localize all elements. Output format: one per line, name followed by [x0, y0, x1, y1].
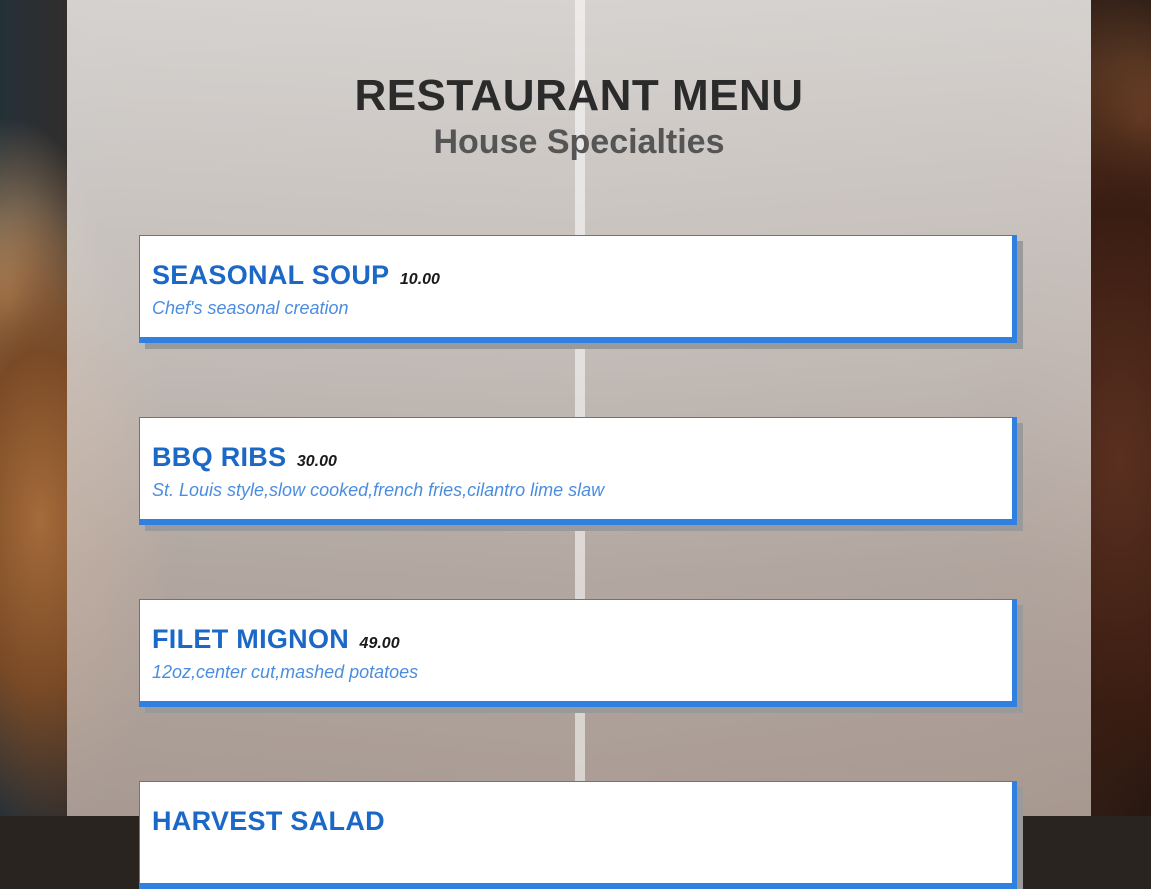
menu-item-description: Chef's seasonal creation [152, 298, 349, 318]
page-title: RESTAURANT MENU [354, 71, 804, 120]
menu-item-card[interactable]: HARVEST SALAD [139, 781, 1017, 889]
menu-header: RESTAURANT MENU House Specialties [67, 70, 1091, 162]
menu-item-price: 30.00 [296, 453, 337, 470]
menu-item-description: St. Louis style,slow cooked,french fries… [152, 480, 605, 500]
menu-item-name: HARVEST SALAD [152, 806, 385, 836]
menu-item-name: FILET MIGNON [152, 624, 350, 654]
menu-item-price: 10.00 [399, 271, 440, 288]
menu-item-name: BBQ RIBS [152, 442, 287, 472]
menu-item-card[interactable]: SEASONAL SOUP 10.00 Chef's seasonal crea… [139, 235, 1017, 343]
page-subtitle: House Specialties [433, 123, 725, 161]
menu-item-name: SEASONAL SOUP [152, 260, 390, 290]
menu-panel: RESTAURANT MENU House Specialties SEASON… [67, 0, 1091, 889]
menu-item-heading: BBQ RIBS 30.00 [152, 442, 337, 473]
menu-item-description: 12oz,center cut,mashed potatoes [152, 662, 419, 682]
menu-item-heading: HARVEST SALAD [152, 806, 391, 837]
menu-item-heading: SEASONAL SOUP 10.00 [152, 260, 440, 291]
menu-item-card[interactable]: FILET MIGNON 49.00 12oz,center cut,mashe… [139, 599, 1017, 707]
menu-item-price: 49.00 [359, 635, 400, 652]
menu-item-heading: FILET MIGNON 49.00 [152, 624, 400, 655]
menu-item-card[interactable]: BBQ RIBS 30.00 St. Louis style,slow cook… [139, 417, 1017, 525]
